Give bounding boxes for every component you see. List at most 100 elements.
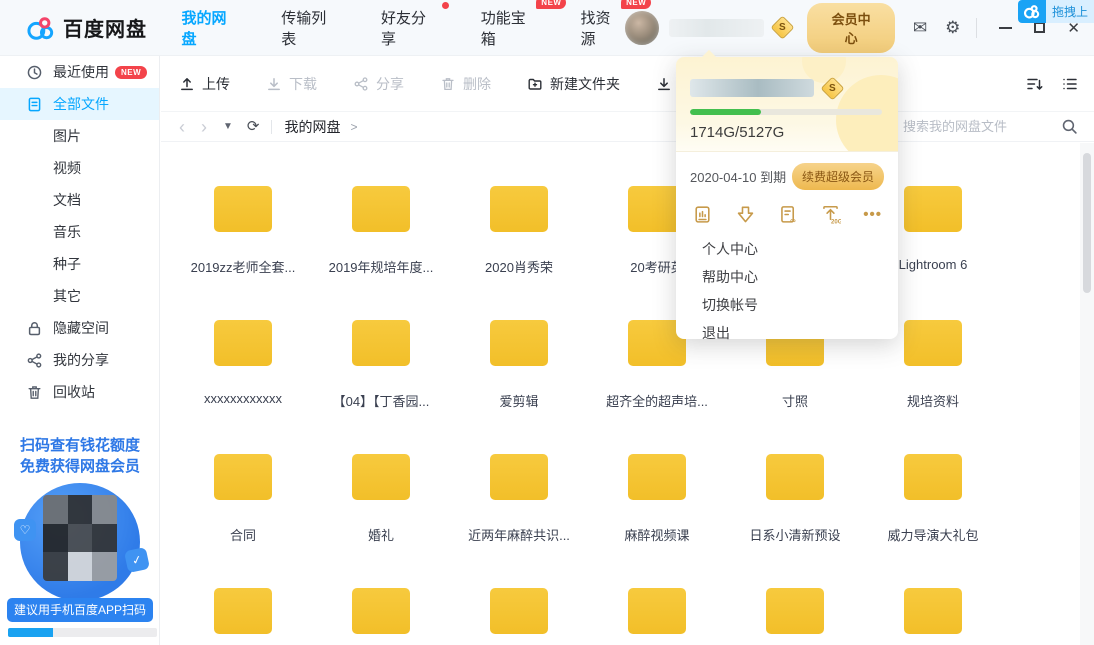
folder-icon: [352, 180, 410, 232]
sidebar-item-documents[interactable]: 文档: [0, 184, 159, 216]
sidebar-item-recycle-bin[interactable]: 回收站: [0, 376, 159, 408]
sidebar-item-pictures[interactable]: 图片: [0, 120, 159, 152]
folder-item[interactable]: [312, 581, 450, 645]
menu-item-help-center[interactable]: 帮助中心: [676, 263, 898, 291]
breadcrumb-root[interactable]: 我的网盘: [284, 117, 340, 137]
storage-progress-fill: [8, 628, 53, 637]
search-box: [903, 118, 1078, 135]
svip-badge-icon: S: [820, 75, 845, 101]
download-icon: [268, 77, 280, 90]
fast-download-icon[interactable]: [735, 204, 756, 225]
sidebar-item-others[interactable]: 其它: [0, 280, 159, 312]
menu-item-switch-account[interactable]: 切换帐号: [676, 291, 898, 319]
baidu-netdisk-window: 百度网盘 我的网盘 传输列表 好友分享 功能宝箱 NEW 找资源 NEW S 会员中…: [0, 0, 1094, 645]
folder-icon: [766, 582, 824, 634]
breadcrumb-divider: [271, 119, 273, 134]
folder-item[interactable]: xxxxxxxxxxxx: [174, 313, 312, 447]
folder-item[interactable]: [864, 581, 1002, 645]
folder-icon: [214, 180, 272, 232]
folder-icon: [628, 582, 686, 634]
unlimited-doc-icon[interactable]: ∞: [778, 204, 799, 225]
share-button[interactable]: 分享: [353, 74, 404, 94]
menu-item-personal-center[interactable]: 个人中心: [676, 235, 898, 263]
user-avatar[interactable]: [625, 10, 660, 45]
mail-icon[interactable]: ✉: [913, 19, 927, 36]
forward-icon[interactable]: ›: [201, 118, 207, 136]
search-input[interactable]: [903, 119, 1053, 134]
new-folder-button[interactable]: 新建文件夹: [527, 74, 620, 94]
sidebar-item-recent[interactable]: 最近使用 NEW: [0, 56, 159, 88]
folder-item[interactable]: [174, 581, 312, 645]
brand-logo: 百度网盘: [0, 13, 182, 42]
folder-item[interactable]: 2020肖秀荣: [450, 179, 588, 313]
svip-badge-icon: S: [770, 15, 795, 40]
folder-item[interactable]: 爱剪辑: [450, 313, 588, 447]
delete-button[interactable]: 删除: [440, 74, 491, 94]
sort-icon[interactable]: [1026, 76, 1044, 92]
folder-item[interactable]: 2019年规培年度...: [312, 179, 450, 313]
scrollbar-thumb[interactable]: [1083, 153, 1091, 293]
folder-item[interactable]: [450, 581, 588, 645]
trash-icon: [26, 384, 43, 401]
folder-item[interactable]: [726, 581, 864, 645]
qr-code-censored: [43, 495, 117, 581]
folder-icon: [214, 582, 272, 634]
sidebar-item-torrents[interactable]: 种子: [0, 248, 159, 280]
folder-item[interactable]: 婚礼: [312, 447, 450, 581]
share-icon: [354, 76, 368, 91]
offline-download-icon: [658, 77, 670, 90]
folder-item[interactable]: 合同: [174, 447, 312, 581]
folder-icon: [214, 448, 272, 500]
drag-upload-tag[interactable]: 拖拽上: [1018, 0, 1094, 23]
folder-icon: [628, 448, 686, 500]
promo-line1: 扫码查有钱花额度: [19, 437, 140, 454]
promo-line2: 免费获得网盘会员: [19, 458, 140, 475]
sidebar-item-all-files[interactable]: 全部文件: [0, 88, 159, 120]
sidebar-item-music[interactable]: 音乐: [0, 216, 159, 248]
folder-label: 寸照: [781, 394, 808, 409]
folder-item[interactable]: 日系小清新预设: [726, 447, 864, 581]
lock-icon: [26, 320, 43, 337]
folder-item[interactable]: 【04】【丁香园...: [312, 313, 450, 447]
scan-qr-button[interactable]: 建议用手机百度APP扫码: [7, 597, 153, 622]
folder-label: 爱剪辑: [499, 394, 539, 409]
folder-item[interactable]: 近两年麻醉共识...: [450, 447, 588, 581]
settings-icon[interactable]: ⚙: [945, 19, 960, 36]
new-badge: NEW: [536, 0, 567, 9]
sidebar-item-hidden-space[interactable]: 隐藏空间: [0, 312, 159, 344]
renew-svip-button[interactable]: 续费超级会员: [791, 163, 884, 190]
folder-icon: [904, 314, 962, 366]
upload-button[interactable]: 上传: [179, 74, 230, 94]
account-menu: 个人中心 帮助中心 切换帐号 退出: [676, 229, 898, 347]
scrollbar[interactable]: [1080, 143, 1094, 645]
list-view-icon[interactable]: [1062, 76, 1078, 92]
baidu-netdisk-cloud-icon: [27, 16, 54, 40]
folder-label: 2019zz老师全套...: [190, 260, 296, 275]
new-badge: NEW: [115, 65, 148, 79]
sidebar-item-videos[interactable]: 视频: [0, 152, 159, 184]
folder-label: xxxxxxxxxxxx: [204, 391, 282, 406]
more-icon[interactable]: •••: [863, 206, 882, 223]
sidebar-item-my-shares[interactable]: 我的分享: [0, 344, 159, 376]
folder-item[interactable]: 麻醉视频课: [588, 447, 726, 581]
member-card-icon[interactable]: [692, 204, 713, 225]
upload-20g-icon[interactable]: 20G: [820, 204, 841, 225]
folder-item[interactable]: 2019zz老师全套...: [174, 179, 312, 313]
chevron-down-icon[interactable]: ▼: [223, 121, 233, 132]
folder-label: 麻醉视频课: [624, 528, 690, 543]
refresh-icon[interactable]: ⟳: [247, 119, 260, 134]
file-area: 2019zz老师全套... 2019年规培年度... 2020肖秀荣 20考研英 Lig…: [161, 143, 1094, 645]
folder-label: 近两年麻醉共识...: [468, 528, 570, 543]
folder-label: 婚礼: [367, 528, 394, 543]
back-icon[interactable]: ‹: [179, 118, 185, 136]
sidebar: 最近使用 NEW 全部文件 图片 视频 文档 音乐 种子 其它 隐藏空间 我的分…: [0, 56, 160, 645]
folder-icon: [490, 448, 548, 500]
minimize-icon[interactable]: [999, 20, 1013, 36]
menu-item-logout[interactable]: 退出: [676, 319, 898, 347]
member-center-button[interactable]: 会员中心: [807, 2, 895, 53]
folder-item[interactable]: [588, 581, 726, 645]
download-button[interactable]: 下载: [266, 74, 317, 94]
expiry-date: 2020-04-10 到期: [690, 170, 787, 185]
search-icon[interactable]: [1061, 118, 1078, 135]
folder-item[interactable]: 威力导演大礼包: [864, 447, 1002, 581]
